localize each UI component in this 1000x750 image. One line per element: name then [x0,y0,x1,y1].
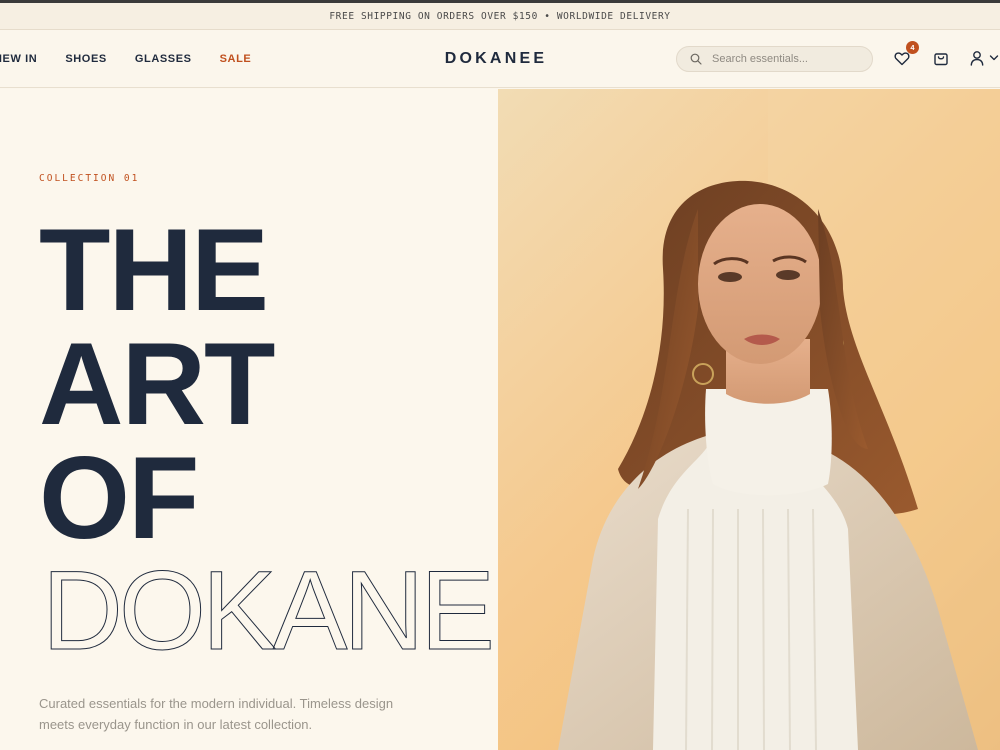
collection-label: COLLECTION 01 [39,173,140,184]
heart-icon [894,51,910,65]
wishlist-count-badge: 4 [906,41,919,54]
search-box[interactable] [676,46,873,72]
brand-name[interactable]: DOKANEE [445,50,547,68]
hero-description: Curated essentials for the modern indivi… [39,696,394,732]
account-button[interactable] [969,47,1000,69]
site-header: NEW IN SHOES GLASSES SALE DOKANEE 4 [0,30,1000,88]
headline-line-1: THE [39,204,269,335]
search-input[interactable] [712,53,862,65]
headline-line-2: ART [39,318,275,449]
hero-image [498,89,1000,750]
nav-item-sale[interactable]: SALE [220,53,252,65]
model-photo [558,89,1000,750]
nav-item-glasses[interactable]: GLASSES [135,53,192,65]
outline-brand-text: DOKANEE [42,557,498,657]
announcement-bar: FREE SHIPPING ON ORDERS OVER $150 • WORL… [0,3,1000,30]
chevron-down-icon [989,55,999,61]
hero-text-panel: COLLECTION 01 THE ART OF DOKANEE Curated… [0,89,498,750]
nav-item-shoes[interactable]: SHOES [65,53,107,65]
hero-headline: THE ART OF [39,204,275,563]
bag-icon [934,53,948,66]
cart-button[interactable] [930,47,952,69]
nav-item-new-in[interactable]: NEW IN [0,53,37,65]
outline-brand-word: DOKANEE [40,557,499,657]
headline-line-3: OF [39,432,199,563]
user-icon [970,51,984,66]
search-icon [690,53,702,65]
main-nav: NEW IN SHOES GLASSES SALE [0,30,279,88]
wishlist-button[interactable]: 4 [891,41,919,69]
announcement-text: FREE SHIPPING ON ORDERS OVER $150 • WORL… [329,10,671,22]
